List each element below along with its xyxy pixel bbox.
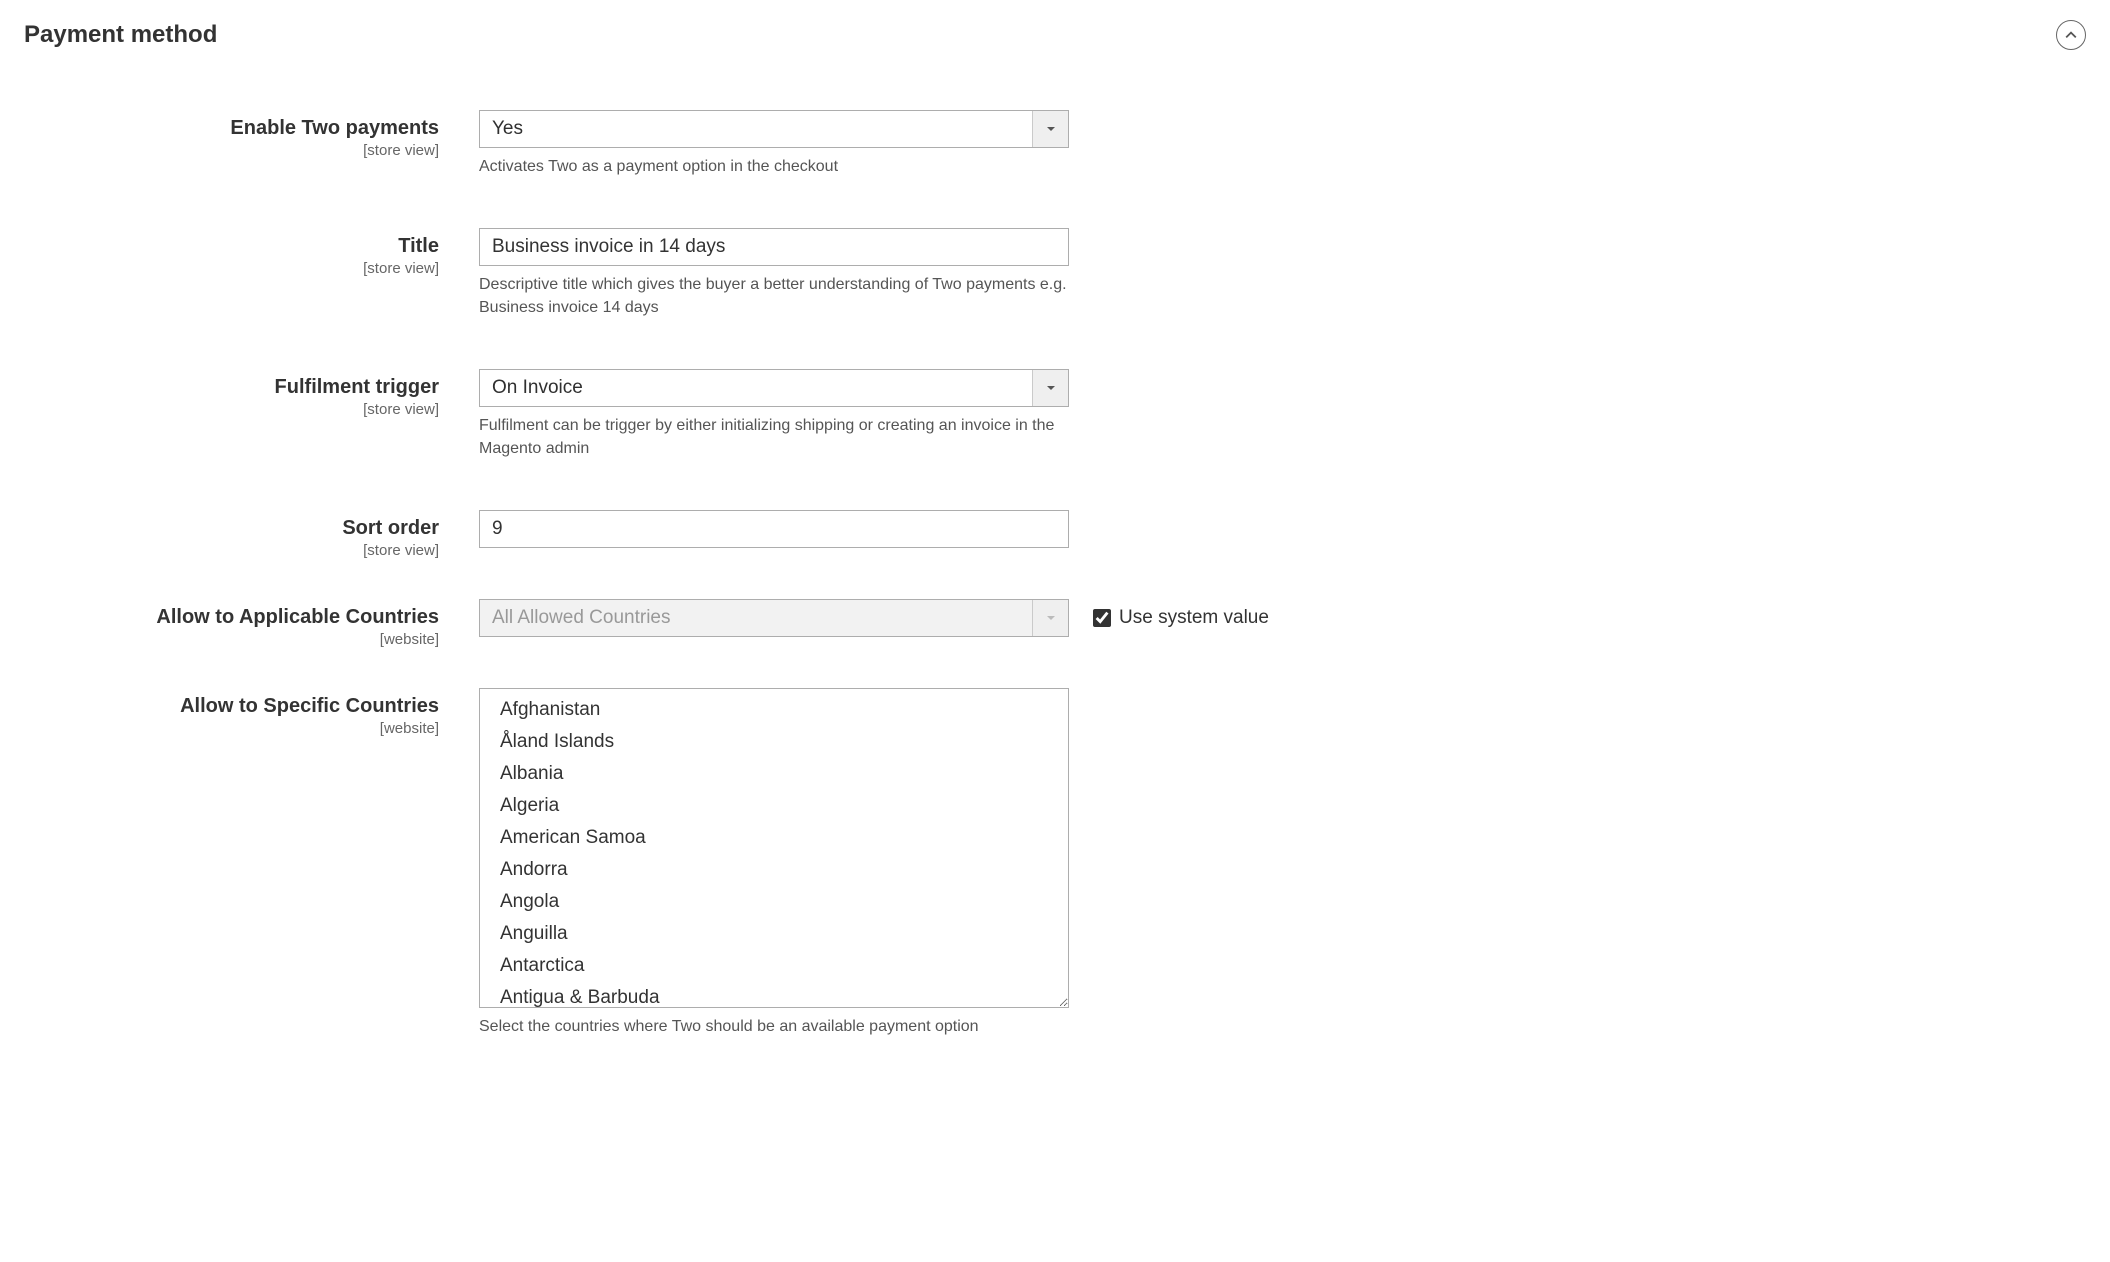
specific-countries-help: Select the countries where Two should be…: [479, 1016, 1069, 1038]
enable-two-payments-help: Activates Two as a payment option in the…: [479, 156, 1069, 178]
scope-label: [website]: [24, 631, 439, 648]
country-option[interactable]: Afghanistan: [480, 689, 1068, 726]
enable-two-payments-label: Enable Two payments: [24, 116, 439, 140]
title-help: Descriptive title which gives the buyer …: [479, 274, 1069, 319]
scope-label: [store view]: [24, 142, 439, 159]
scope-label: [store view]: [24, 401, 439, 418]
sort-order-label: Sort order: [24, 516, 439, 540]
collapse-section-button[interactable]: [2056, 20, 2086, 50]
enable-two-payments-select[interactable]: Yes: [479, 110, 1069, 148]
sort-order-input[interactable]: [479, 510, 1069, 548]
fulfilment-trigger-select[interactable]: On Invoice: [479, 369, 1069, 407]
section-title: Payment method: [24, 21, 217, 49]
country-option[interactable]: Åland Islands: [480, 726, 1068, 758]
scope-label: [store view]: [24, 542, 439, 559]
country-option[interactable]: Antigua & Barbuda: [480, 982, 1068, 1008]
specific-countries-label: Allow to Specific Countries: [24, 694, 439, 718]
country-option[interactable]: Anguilla: [480, 918, 1068, 950]
fulfilment-trigger-help: Fulfilment can be trigger by either init…: [479, 415, 1069, 460]
fulfilment-trigger-value: On Invoice: [480, 377, 1032, 399]
use-system-value-checkbox-wrap[interactable]: Use system value: [1093, 607, 1269, 629]
chevron-up-icon: [2065, 29, 2077, 41]
use-system-value-checkbox[interactable]: [1093, 609, 1111, 627]
dropdown-arrow: [1032, 600, 1068, 636]
title-label: Title: [24, 234, 439, 258]
enable-two-payments-value: Yes: [480, 118, 1032, 140]
title-input[interactable]: [479, 228, 1069, 266]
applicable-countries-select: All Allowed Countries: [479, 599, 1069, 637]
dropdown-arrow: [1032, 370, 1068, 406]
country-option[interactable]: American Samoa: [480, 822, 1068, 854]
country-option[interactable]: Angola: [480, 886, 1068, 918]
chevron-down-icon: [1046, 383, 1056, 393]
applicable-countries-label: Allow to Applicable Countries: [24, 605, 439, 629]
specific-countries-multiselect[interactable]: AfghanistanÅland IslandsAlbaniaAlgeriaAm…: [479, 688, 1069, 1008]
fulfilment-trigger-label: Fulfilment trigger: [24, 375, 439, 399]
use-system-value-label: Use system value: [1119, 607, 1269, 629]
chevron-down-icon: [1046, 124, 1056, 134]
chevron-down-icon: [1046, 613, 1056, 623]
country-option[interactable]: Albania: [480, 758, 1068, 790]
country-option[interactable]: Andorra: [480, 854, 1068, 886]
dropdown-arrow: [1032, 111, 1068, 147]
country-option[interactable]: Antarctica: [480, 950, 1068, 982]
country-option[interactable]: Algeria: [480, 790, 1068, 822]
scope-label: [website]: [24, 720, 439, 737]
applicable-countries-value: All Allowed Countries: [480, 607, 1032, 629]
scope-label: [store view]: [24, 260, 439, 277]
